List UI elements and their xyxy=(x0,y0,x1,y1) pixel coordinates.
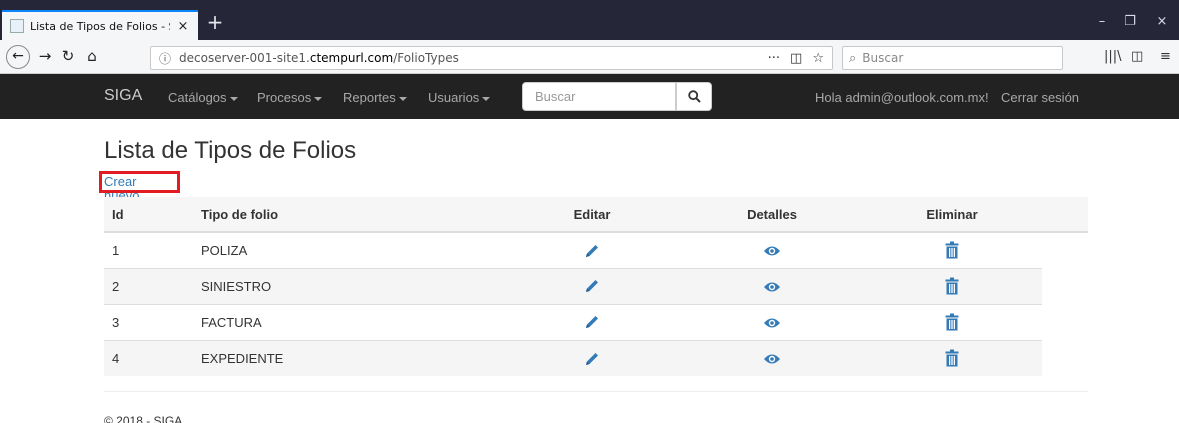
cell-tipo: POLIZA xyxy=(193,231,502,268)
trash-icon xyxy=(945,277,959,295)
edit-button[interactable] xyxy=(502,231,682,268)
site-search-input[interactable]: Buscar xyxy=(522,82,676,111)
table-header-row: Id Tipo de folio Editar Detalles Elimina… xyxy=(104,197,1088,233)
sidebar-icon[interactable]: ◫ xyxy=(1131,49,1143,64)
cell-tipo: SINIESTRO xyxy=(193,267,502,304)
cell-id: 4 xyxy=(104,339,193,376)
cell-tipo: EXPEDIENTE xyxy=(193,339,502,376)
edit-button[interactable] xyxy=(502,339,682,376)
home-icon[interactable]: ⌂ xyxy=(80,45,104,69)
table-row: 2 SINIESTRO xyxy=(104,267,1088,304)
eye-icon xyxy=(764,318,780,328)
eye-icon xyxy=(764,246,780,256)
minimize-icon[interactable]: – xyxy=(1091,12,1113,32)
menu-reportes[interactable]: Reportes xyxy=(343,90,407,105)
library-icon[interactable]: |||\ xyxy=(1104,49,1122,64)
row-spacer xyxy=(1042,304,1088,340)
column-header-eliminar: Eliminar xyxy=(862,197,1042,233)
browser-tabstrip: Lista de Tipos de Folios - SIGA × + – ❐ … xyxy=(0,0,1179,40)
row-spacer xyxy=(1042,340,1088,376)
caret-down-icon xyxy=(482,96,491,101)
details-button[interactable] xyxy=(682,303,862,340)
edit-button[interactable] xyxy=(502,267,682,304)
column-header-tipo: Tipo de folio xyxy=(193,197,502,233)
menu-catalogos[interactable]: Catálogos xyxy=(168,90,238,105)
table-row: 3 FACTURA xyxy=(104,303,1088,340)
window-close-icon[interactable]: × xyxy=(1151,12,1173,32)
browser-search-placeholder: Buscar xyxy=(862,51,904,65)
page-actions-icon[interactable]: ··· xyxy=(768,51,780,66)
tab-close-icon[interactable]: × xyxy=(176,19,190,34)
user-greeting-link[interactable]: Hola admin@outlook.com.mx! xyxy=(815,90,989,105)
pencil-icon xyxy=(586,244,598,257)
reload-icon[interactable]: ↻ xyxy=(56,45,80,69)
row-spacer xyxy=(1042,268,1088,304)
logout-link[interactable]: Cerrar sesión xyxy=(1001,90,1079,105)
page-title: Lista de Tipos de Folios xyxy=(104,137,357,164)
row-spacer xyxy=(1042,232,1088,268)
search-icon xyxy=(687,90,701,103)
trash-icon xyxy=(945,241,959,259)
caret-down-icon xyxy=(229,96,238,101)
edit-button[interactable] xyxy=(502,303,682,340)
tab-title: Lista de Tipos de Folios - SIGA xyxy=(30,19,170,33)
back-arrow-icon[interactable]: ← xyxy=(6,45,30,69)
details-button[interactable] xyxy=(682,339,862,376)
menu-icon[interactable]: ≡ xyxy=(1160,49,1171,64)
pocket-icon[interactable]: ◫ xyxy=(790,51,802,66)
eye-icon xyxy=(764,282,780,292)
footer-divider xyxy=(104,391,1088,392)
pencil-icon xyxy=(586,316,598,329)
details-button[interactable] xyxy=(682,231,862,268)
caret-down-icon xyxy=(314,96,323,101)
restore-icon[interactable]: ❐ xyxy=(1119,12,1141,32)
site-search-button[interactable] xyxy=(676,82,712,111)
cell-id: 2 xyxy=(104,267,193,304)
browser-search-field[interactable]: ⌕ Buscar xyxy=(842,46,1063,70)
magnifier-icon: ⌕ xyxy=(849,50,857,66)
caret-down-icon xyxy=(398,96,407,101)
site-navbar: SIGA Catálogos Procesos Reportes Usuario… xyxy=(0,74,1179,119)
trash-icon xyxy=(945,349,959,367)
table-row: 4 EXPEDIENTE xyxy=(104,339,1088,376)
menu-usuarios[interactable]: Usuarios xyxy=(428,90,491,105)
cell-id: 3 xyxy=(104,303,193,340)
new-tab-button[interactable]: + xyxy=(204,12,226,34)
forward-arrow-icon[interactable]: → xyxy=(33,45,57,69)
create-new-link[interactable]: Crear nuevo xyxy=(99,171,180,203)
column-header-editar: Editar xyxy=(502,197,682,233)
trash-icon xyxy=(945,313,959,331)
cell-tipo: FACTURA xyxy=(193,303,502,340)
browser-tab[interactable]: Lista de Tipos de Folios - SIGA × xyxy=(2,10,198,40)
folio-types-table: Id Tipo de folio Editar Detalles Elimina… xyxy=(104,197,1088,376)
column-header-detalles: Detalles xyxy=(682,197,862,233)
brand-link[interactable]: SIGA xyxy=(104,87,142,105)
page-favicon-icon xyxy=(10,19,24,33)
pencil-icon xyxy=(586,352,598,365)
delete-button[interactable] xyxy=(862,339,1042,376)
menu-procesos[interactable]: Procesos xyxy=(257,90,323,105)
pencil-icon xyxy=(586,280,598,293)
eye-icon xyxy=(764,354,780,364)
browser-toolbar: ← → ↻ ⌂ ⓘ decoserver-001-site1.ctempurl.… xyxy=(0,40,1179,74)
bookmark-star-icon[interactable]: ☆ xyxy=(812,51,824,66)
column-header-spacer xyxy=(1042,197,1088,233)
details-button[interactable] xyxy=(682,267,862,304)
delete-button[interactable] xyxy=(862,231,1042,268)
column-header-id: Id xyxy=(104,197,193,233)
delete-button[interactable] xyxy=(862,303,1042,340)
delete-button[interactable] xyxy=(862,267,1042,304)
site-info-icon[interactable]: ⓘ xyxy=(159,50,171,67)
url-text: decoserver-001-site1.ctempurl.com/FolioT… xyxy=(179,51,459,65)
footer-copyright: © 2018 - SIGA xyxy=(104,414,183,423)
address-bar[interactable]: ⓘ decoserver-001-site1.ctempurl.com/Foli… xyxy=(150,46,833,70)
table-row: 1 POLIZA xyxy=(104,231,1088,268)
cell-id: 1 xyxy=(104,231,193,268)
